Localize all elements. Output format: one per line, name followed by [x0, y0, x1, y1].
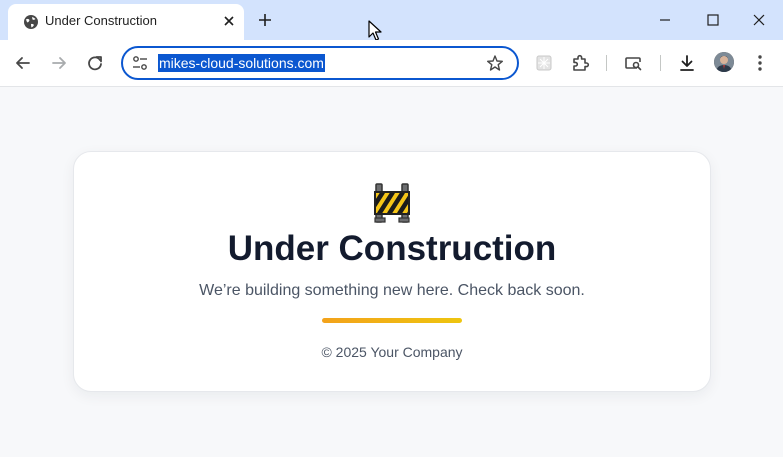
close-window-icon[interactable]: [745, 6, 773, 34]
extension-icon[interactable]: [531, 50, 557, 76]
back-icon[interactable]: [10, 50, 36, 76]
toolbar-divider: [606, 55, 607, 71]
profile-photo-icon: [714, 52, 734, 72]
forward-icon[interactable]: [46, 50, 72, 76]
menu-icon[interactable]: [747, 50, 773, 76]
address-bar[interactable]: mikes-cloud-solutions.com: [121, 46, 519, 80]
accent-progress-bar: [322, 318, 462, 323]
page-heading: Under Construction: [227, 229, 557, 268]
page-subtitle: We’re building something new here. Check…: [199, 282, 585, 299]
maximize-icon[interactable]: [699, 6, 727, 34]
content-card: Under Construction We’re building someth…: [73, 151, 711, 392]
title-bar: Under Construction: [0, 0, 783, 41]
browser-tab[interactable]: Under Construction: [8, 4, 244, 40]
mouse-cursor-icon: [368, 20, 382, 41]
url-text[interactable]: mikes-cloud-solutions.com: [158, 54, 325, 72]
site-settings-icon[interactable]: [132, 55, 148, 71]
download-icon[interactable]: [674, 50, 700, 76]
tab-search-icon[interactable]: [620, 50, 646, 76]
minimize-icon[interactable]: [651, 6, 679, 34]
extension-puzzle-icon[interactable]: [567, 50, 593, 76]
construction-barrier-icon: [374, 183, 410, 223]
page-footer: © 2025 Your Company: [321, 344, 463, 360]
tab-title: Under Construction: [45, 13, 157, 28]
toolbar-divider: [660, 55, 661, 71]
profile-avatar[interactable]: [714, 52, 734, 72]
browser-toolbar: mikes-cloud-solutions.com: [0, 40, 783, 87]
close-tab-icon[interactable]: [220, 12, 238, 30]
new-tab-icon[interactable]: [254, 9, 276, 31]
bookmark-star-icon[interactable]: [486, 54, 504, 72]
reload-icon[interactable]: [82, 50, 108, 76]
globe-icon: [24, 15, 38, 29]
